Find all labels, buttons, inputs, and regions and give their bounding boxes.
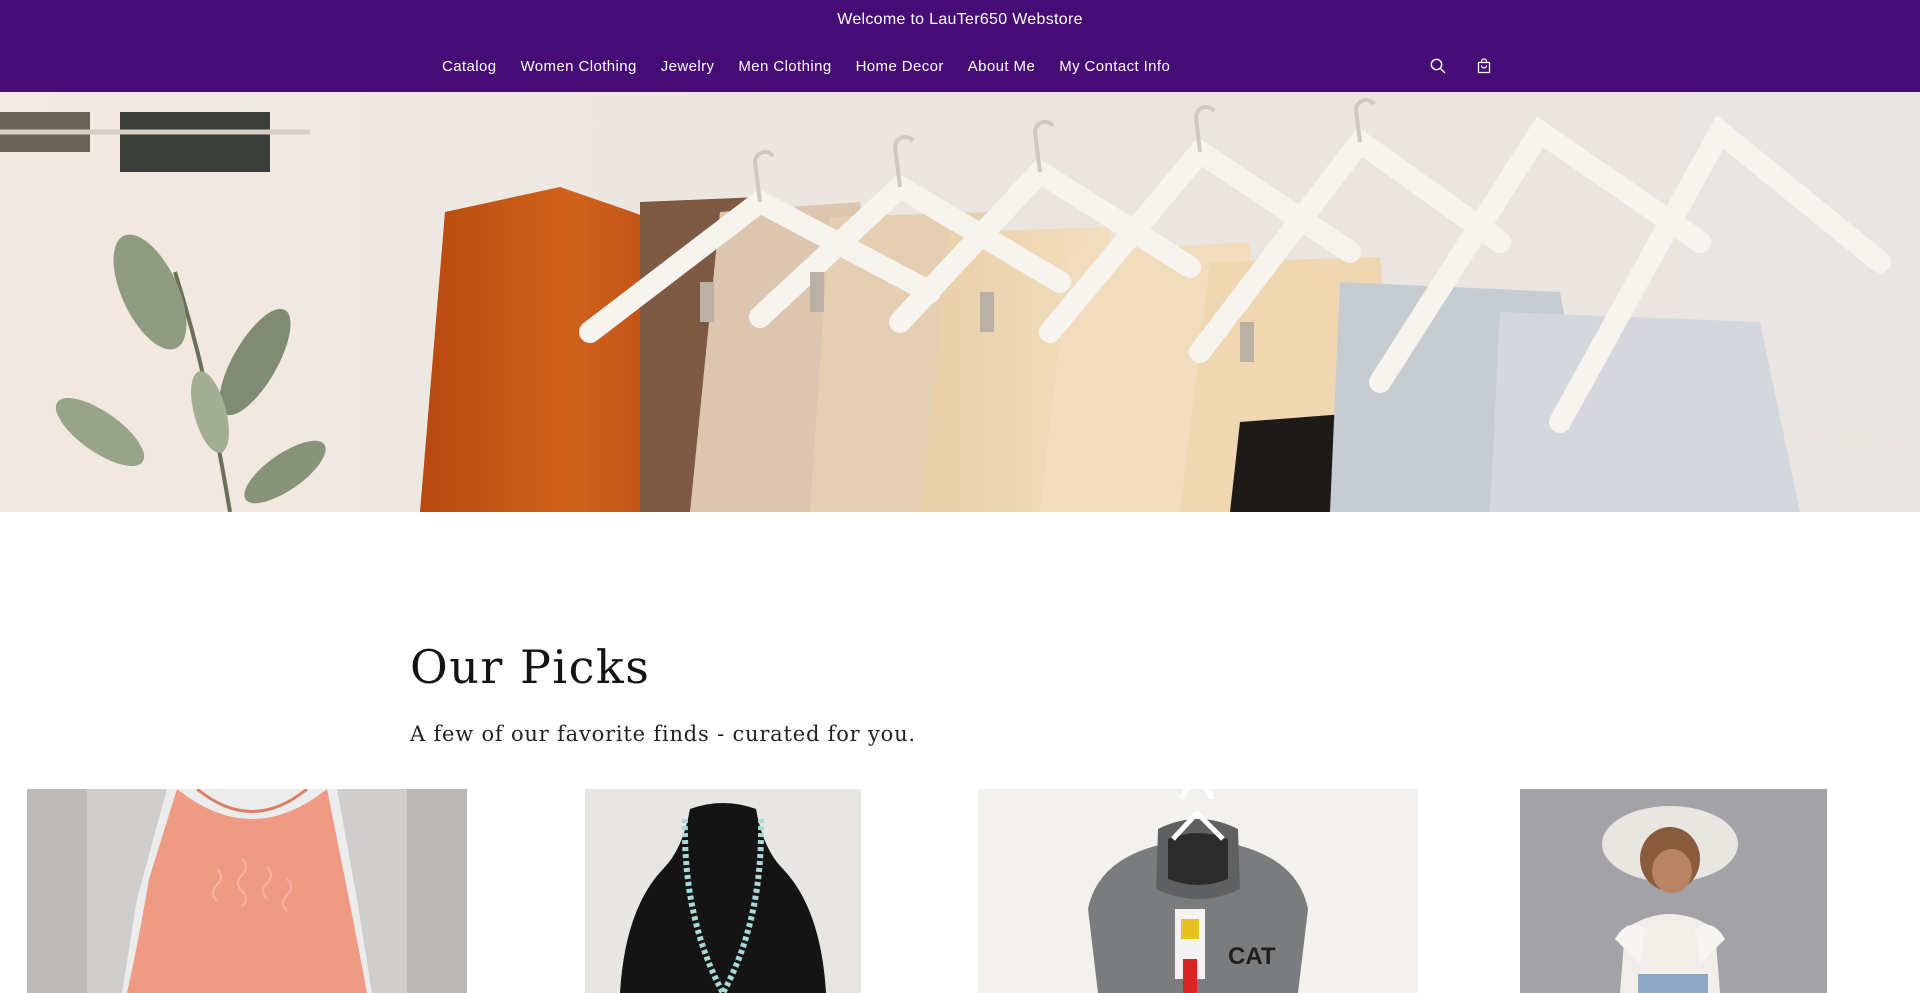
product-image-coral-top <box>27 789 467 993</box>
announcement-bar: Welcome to LauTer650 Webstore <box>0 0 1920 40</box>
section-title: Our Picks <box>410 640 651 694</box>
cart-icon[interactable] <box>1474 56 1494 76</box>
nav-link-about-me[interactable]: About Me <box>956 58 1047 75</box>
search-icon[interactable] <box>1428 56 1448 76</box>
section-subtitle: A few of our favorite finds - curated fo… <box>410 722 916 746</box>
product-image-bead-necklace <box>585 789 861 993</box>
nav-link-contact-info[interactable]: My Contact Info <box>1047 58 1182 75</box>
product-card-figurine[interactable] <box>1520 789 1827 993</box>
nav-link-jewelry[interactable]: Jewelry <box>649 58 727 75</box>
product-card-cat-hoodie[interactable]: CAT <box>978 789 1418 993</box>
product-card-bead-necklace[interactable] <box>585 789 861 993</box>
product-image-figurine <box>1520 789 1827 993</box>
hoodie-logo-text: CAT <box>1228 943 1276 970</box>
nav-link-home-decor[interactable]: Home Decor <box>844 58 956 75</box>
header-icons <box>1428 40 1494 92</box>
hero-banner-image <box>0 92 1920 512</box>
nav-link-men-clothing[interactable]: Men Clothing <box>726 58 843 75</box>
nav-link-catalog[interactable]: Catalog <box>430 58 509 75</box>
main-nav: Catalog Women Clothing Jewelry Men Cloth… <box>0 40 1920 92</box>
nav-link-women-clothing[interactable]: Women Clothing <box>509 58 649 75</box>
product-image-cat-hoodie: CAT <box>978 789 1418 993</box>
announcement-text: Welcome to LauTer650 Webstore <box>837 11 1083 28</box>
product-card-coral-top[interactable] <box>27 789 467 993</box>
nav-links: Catalog Women Clothing Jewelry Men Cloth… <box>430 40 1182 92</box>
